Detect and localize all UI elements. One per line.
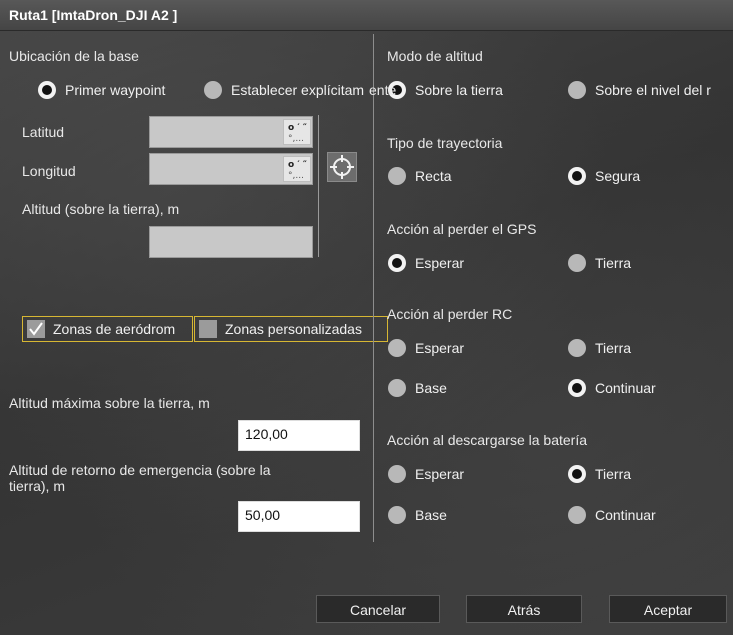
radio-dot — [38, 81, 56, 99]
crosshair-icon — [330, 155, 354, 179]
return-altitude-label-line1: Altitud de retorno de emergencia (sobre … — [9, 462, 271, 478]
radio-dot — [388, 379, 406, 397]
radio-label: Sobre la tierra — [415, 82, 503, 98]
radio-label: Continuar — [595, 507, 656, 523]
return-altitude-input[interactable]: 50,00 — [238, 501, 360, 532]
radio-dot — [568, 465, 586, 483]
checkbox-label: Zonas personalizadas — [225, 321, 362, 337]
radio-label: Tierra — [595, 340, 632, 356]
radio-label: Establecer explícitam — [231, 82, 365, 98]
svg-text:o ′ ″: o ′ ″ — [288, 123, 307, 133]
title-bar[interactable]: Ruta1 [ImtaDron_DJI A2 ] — [0, 0, 733, 31]
radio-dot — [568, 167, 586, 185]
explicit-option-overflow-text: ente — [369, 82, 397, 98]
radio-label: Continuar — [595, 380, 656, 396]
radio-dot — [568, 506, 586, 524]
battery-action-label: Acción al descargarse la batería — [387, 432, 587, 448]
trajectory-type-label: Tipo de trayectoria — [387, 135, 503, 151]
base-location-label: Ubicación de la base — [9, 48, 139, 64]
checkbox-box — [27, 320, 45, 338]
radio-dot — [388, 167, 406, 185]
altitude-label: Altitud (sobre la tierra), m — [22, 201, 180, 217]
longitude-field[interactable]: o ′ ″ °,... — [149, 153, 313, 185]
radio-dot — [568, 81, 586, 99]
return-altitude-label-line2: tierra), m — [9, 478, 65, 494]
radio-label: Tierra — [595, 466, 632, 482]
window-title: Ruta1 [ImtaDron_DJI A2 ] — [9, 7, 178, 23]
radio-label: Sobre el nivel del r — [595, 82, 711, 98]
radio-label: Segura — [595, 168, 641, 184]
pick-location-button[interactable] — [327, 152, 357, 182]
max-altitude-label: Altitud máxima sobre la tierra, m — [9, 395, 210, 411]
accept-button[interactable]: Aceptar — [609, 595, 727, 623]
latitude-field[interactable]: o ′ ″ °,... — [149, 116, 313, 148]
radio-dot — [388, 254, 406, 272]
radio-dot — [204, 81, 222, 99]
radio-label: Base — [415, 507, 447, 523]
back-button[interactable]: Atrás — [466, 595, 582, 623]
checkbox-label: Zonas de aeródrom — [53, 321, 176, 337]
svg-text:°,...: °,... — [288, 134, 304, 144]
checkbox-aerodrome-zones[interactable]: Zonas de aeródrom — [22, 316, 193, 342]
dms-format-icon[interactable]: o ′ ″ °,... — [283, 156, 311, 182]
radio-label: Esperar — [415, 466, 465, 482]
radio-dot — [568, 379, 586, 397]
svg-text:°,...: °,... — [288, 171, 304, 181]
altitude-field[interactable] — [149, 226, 313, 258]
column-separator — [373, 34, 374, 542]
radio-label: Primer waypoint — [65, 82, 166, 98]
cancel-button[interactable]: Cancelar — [316, 595, 440, 623]
max-altitude-input[interactable]: 120,00 — [238, 420, 360, 451]
radio-dot — [388, 339, 406, 357]
dms-format-icon[interactable]: o ′ ″ °,... — [283, 119, 311, 145]
longitude-label: Longitud — [22, 163, 76, 179]
checkmark-icon — [29, 322, 43, 336]
radio-label: Recta — [415, 168, 452, 184]
checkbox-box — [199, 320, 217, 338]
latitude-label: Latitud — [22, 124, 65, 140]
gps-loss-label: Acción al perder el GPS — [387, 221, 537, 237]
radio-dot — [388, 506, 406, 524]
field-separator — [318, 115, 319, 257]
svg-text:o ′ ″: o ′ ″ — [288, 160, 307, 170]
rc-loss-label: Acción al perder RC — [387, 306, 513, 322]
radio-label: Tierra — [595, 255, 632, 271]
radio-dot — [568, 254, 586, 272]
altitude-mode-label: Modo de altitud — [387, 48, 483, 64]
radio-dot — [388, 465, 406, 483]
radio-label: Esperar — [415, 340, 465, 356]
radio-dot — [568, 339, 586, 357]
radio-label: Base — [415, 380, 447, 396]
checkbox-custom-zones[interactable]: Zonas personalizadas — [194, 316, 388, 342]
radio-label: Esperar — [415, 255, 465, 271]
